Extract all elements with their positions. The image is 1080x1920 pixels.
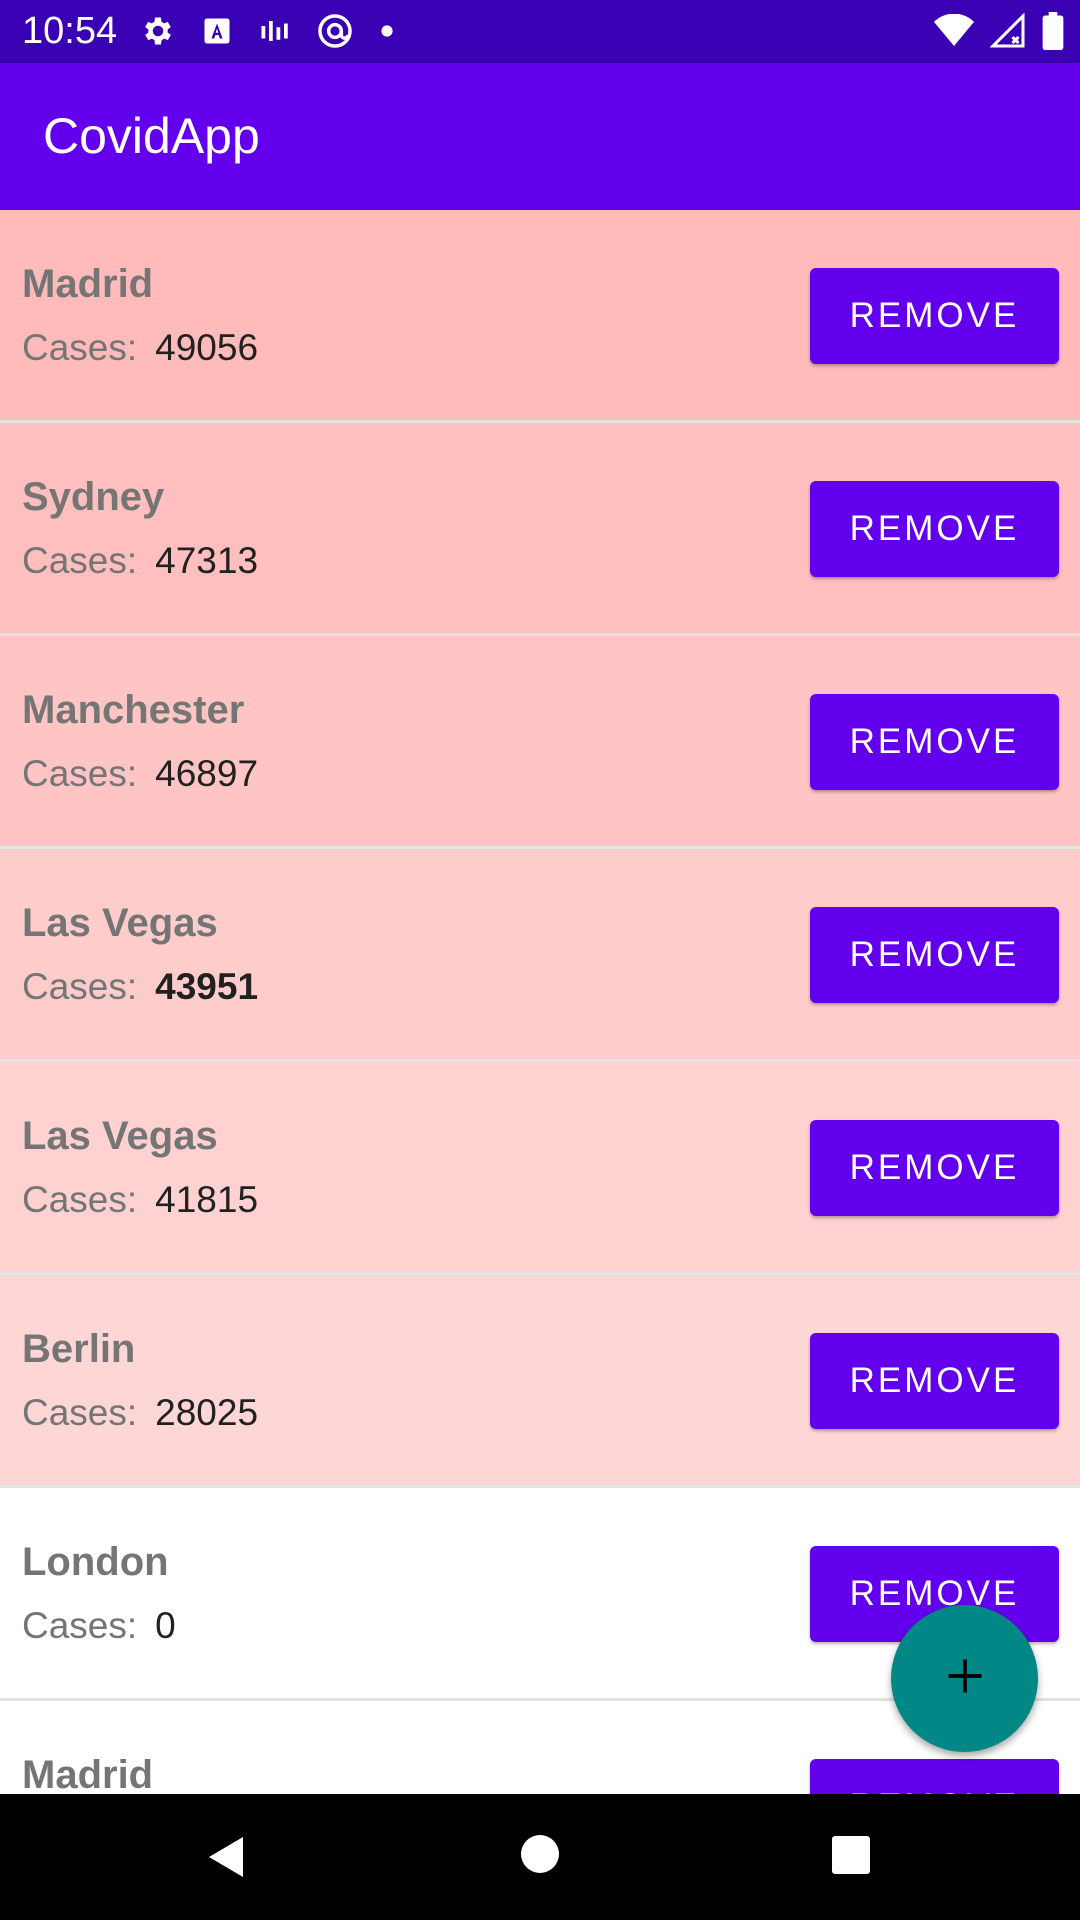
- add-city-button[interactable]: [891, 1605, 1038, 1752]
- dot-icon: [380, 24, 394, 38]
- city-name: Las Vegas: [22, 901, 218, 945]
- cases-label: Cases:: [22, 966, 138, 1007]
- cases-value: 46897: [155, 753, 259, 794]
- remove-button[interactable]: REMOVE: [810, 481, 1059, 577]
- app-title: CovidApp: [43, 108, 260, 164]
- cases-value: 47313: [155, 540, 259, 581]
- city-name: Las Vegas: [22, 1114, 218, 1158]
- remove-button[interactable]: REMOVE: [810, 1120, 1059, 1216]
- status-icons-right: [934, 11, 1064, 51]
- app-bar: CovidApp: [0, 63, 1080, 210]
- cases-label: Cases:: [22, 540, 138, 581]
- recents-icon[interactable]: [831, 1835, 871, 1880]
- remove-button[interactable]: REMOVE: [810, 694, 1059, 790]
- city-row: Las Vegas Cases: 41815 REMOVE: [0, 1062, 1080, 1275]
- a-icon: [202, 16, 232, 46]
- cases-value: 0: [155, 1605, 176, 1646]
- cases-value: 49056: [155, 327, 259, 368]
- at-icon: [316, 12, 354, 50]
- remove-button[interactable]: REMOVE: [810, 1759, 1059, 1794]
- cellular-icon: [990, 13, 1026, 49]
- cases-line: Cases: 0: [22, 1605, 176, 1647]
- home-icon[interactable]: [520, 1834, 560, 1879]
- cases-line: Cases: 28025: [22, 1392, 258, 1434]
- city-list[interactable]: Madrid Cases: 49056 REMOVE Sydney Cases: 47313…: [0, 210, 1080, 1794]
- cases-label: Cases:: [22, 1605, 138, 1646]
- status-time: 10:54: [22, 10, 118, 52]
- cases-value: 43951: [155, 966, 259, 1007]
- cases-line: Cases: 41815: [22, 1179, 258, 1221]
- city-row: Las Vegas Cases: 43951 REMOVE: [0, 849, 1080, 1062]
- cases-line: Cases: 43951: [22, 966, 258, 1008]
- signal-bars-icon: [258, 16, 290, 46]
- remove-button[interactable]: REMOVE: [810, 268, 1059, 364]
- cases-label: Cases:: [22, 1392, 138, 1433]
- cases-value: 41815: [155, 1179, 259, 1220]
- cases-value: 28025: [155, 1392, 259, 1433]
- settings-icon: [140, 13, 176, 49]
- cases-label: Cases:: [22, 327, 138, 368]
- wifi-icon: [934, 14, 974, 48]
- back-icon[interactable]: [205, 1833, 247, 1886]
- city-name: London: [22, 1540, 169, 1584]
- city-row: Berlin Cases: 28025 REMOVE: [0, 1275, 1080, 1488]
- city-row: Sydney Cases: 47313 REMOVE: [0, 423, 1080, 636]
- navigation-bar: [0, 1794, 1080, 1920]
- cases-line: Cases: 46897: [22, 753, 258, 795]
- city-name: Sydney: [22, 475, 165, 519]
- remove-button[interactable]: REMOVE: [810, 1333, 1059, 1429]
- plus-icon: [943, 1654, 987, 1703]
- cases-label: Cases:: [22, 1179, 138, 1220]
- cases-label: Cases:: [22, 753, 138, 794]
- city-name: Manchester: [22, 688, 245, 732]
- status-icons-left: [140, 11, 394, 51]
- cases-line: Cases: 47313: [22, 540, 258, 582]
- city-name: Madrid: [22, 262, 154, 306]
- city-name: Madrid: [22, 1753, 154, 1794]
- city-row: Madrid Cases: 49056 REMOVE: [0, 210, 1080, 423]
- status-bar: 10:54: [0, 0, 1080, 63]
- city-row: Manchester Cases: 46897 REMOVE: [0, 636, 1080, 849]
- battery-icon: [1042, 12, 1064, 50]
- cases-line: Cases: 49056: [22, 327, 258, 369]
- city-name: Berlin: [22, 1327, 136, 1371]
- remove-button[interactable]: REMOVE: [810, 907, 1059, 1003]
